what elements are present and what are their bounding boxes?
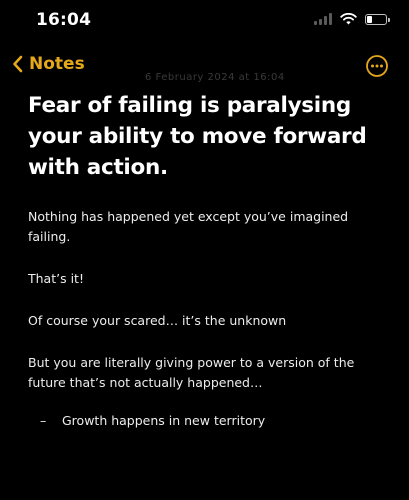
status-time: 16:04 (36, 10, 92, 30)
signal-icon (314, 13, 332, 25)
nav-bar: Notes 6 February 2024 at 16:04 (0, 50, 409, 84)
back-button[interactable]: Notes (12, 54, 85, 74)
dash-bullet-icon: – (40, 413, 47, 428)
note-title: Fear of failing is paralysing your abili… (28, 93, 367, 180)
status-bar: 16:04 (0, 0, 409, 48)
note-body[interactable]: Fear of failing is paralysing your abili… (28, 90, 388, 431)
ellipsis-circle-icon (366, 55, 388, 77)
back-button-label: Notes (29, 54, 85, 74)
note-paragraph: But you are literally giving power to a … (28, 355, 355, 390)
battery-icon (365, 13, 390, 25)
note-paragraph: That’s it! (28, 271, 84, 286)
chevron-left-icon (13, 55, 23, 73)
note-paragraph: Nothing has happened yet except you’ve i… (28, 209, 349, 244)
bullet-text: Growth happens in new territory (62, 413, 266, 428)
status-icons (314, 13, 390, 25)
note-paragraph: Of course your scared… it’s the unknown (28, 313, 287, 328)
wifi-icon (340, 13, 357, 25)
note-date: 6 February 2024 at 16:04 (145, 72, 285, 83)
note-bullet-item: – Growth happens in new territory (28, 411, 388, 431)
more-options-button[interactable] (365, 54, 389, 78)
